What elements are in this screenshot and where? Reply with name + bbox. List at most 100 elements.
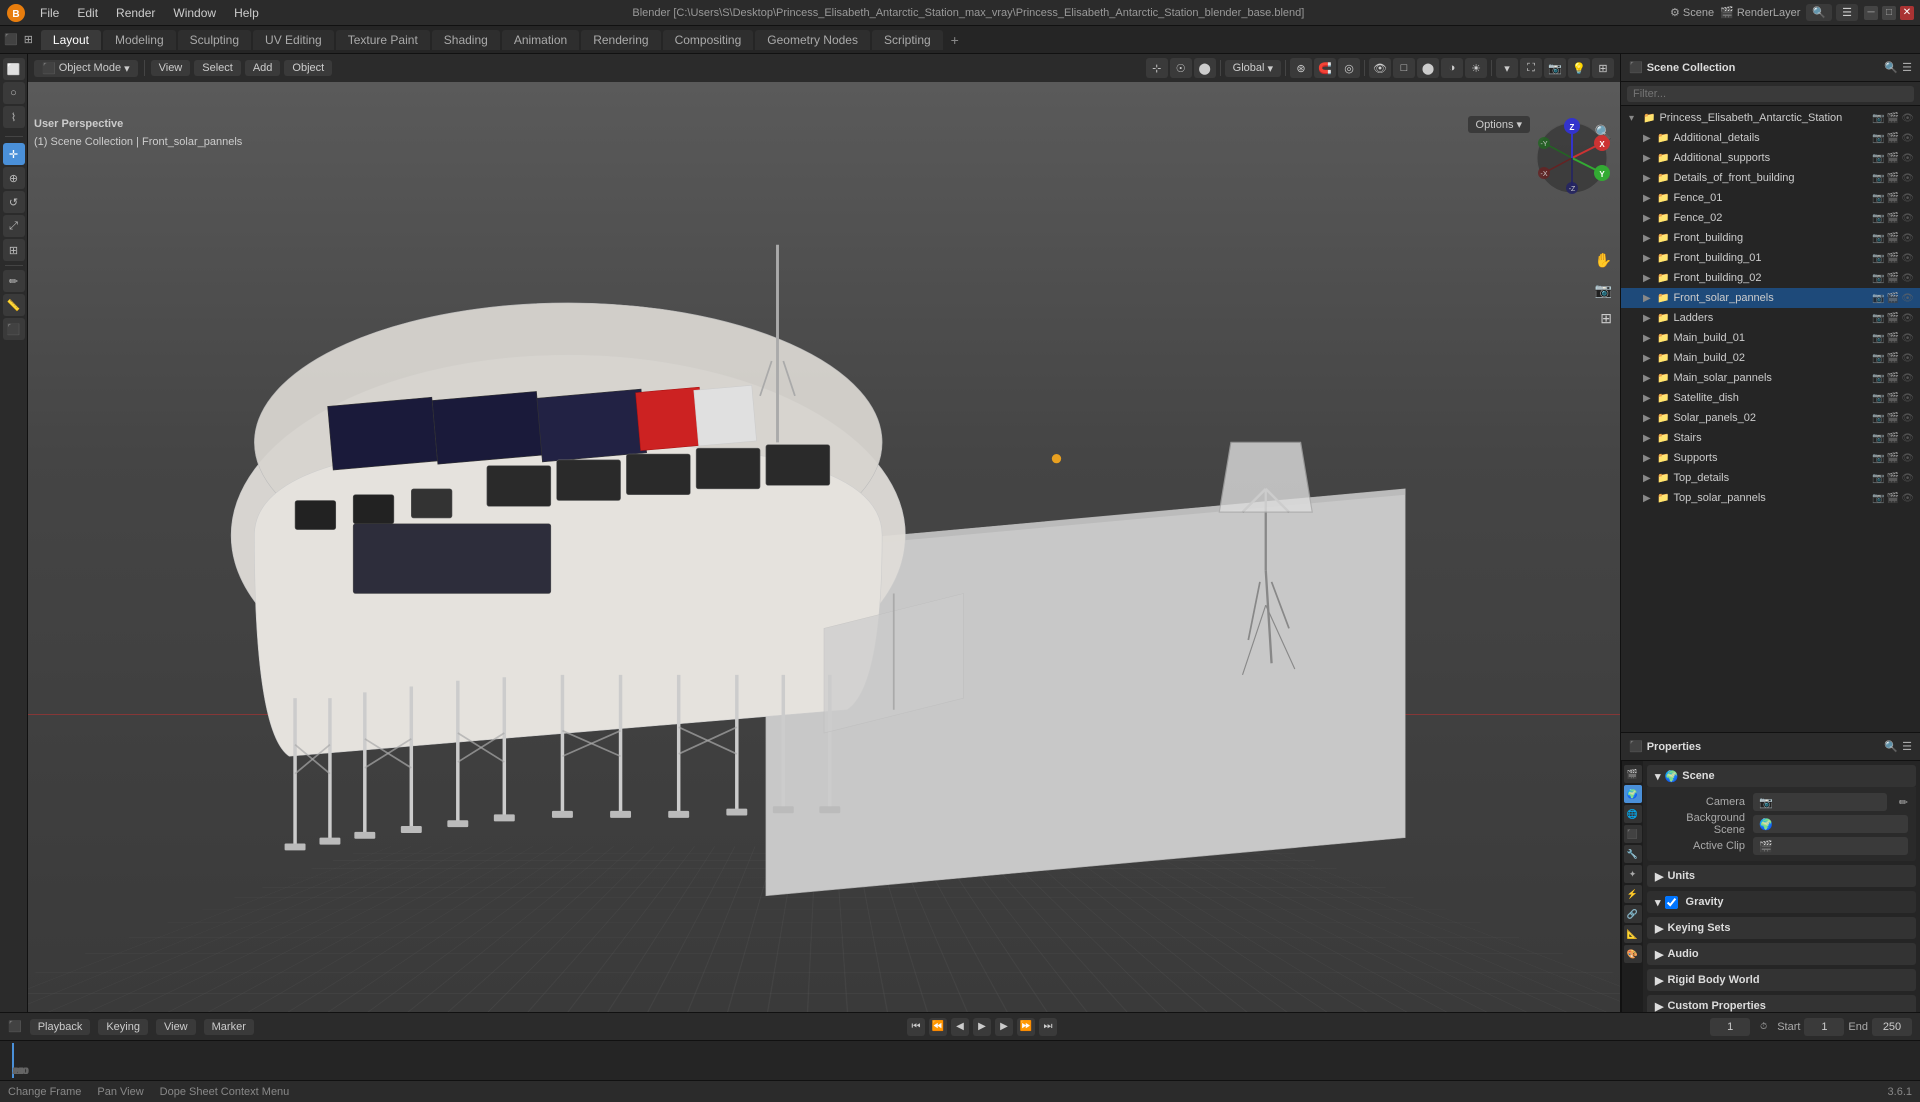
item-icon-camera[interactable]: 📷	[1872, 113, 1884, 124]
tree-item-main-solar-pannels[interactable]: ▶ 📁 Main_solar_pannels 📷 🎬 👁	[1621, 368, 1920, 388]
play-btn[interactable]: ▶	[973, 1018, 991, 1036]
gravity-checkbox[interactable]	[1665, 896, 1678, 909]
item-icon-camera[interactable]: 📷	[1872, 373, 1884, 384]
tree-item-front-solar-pannels[interactable]: ▶ 📁 Front_solar_pannels 📷 🎬 👁	[1621, 288, 1920, 308]
item-icon-visible[interactable]: 👁	[1901, 393, 1914, 404]
view-menu[interactable]: View	[151, 60, 191, 76]
viewport-search-btn[interactable]: 🔍	[1595, 124, 1612, 141]
outliner-editor-icon[interactable]: ⬛	[1629, 61, 1643, 74]
jump-start-btn[interactable]: ⏮	[907, 1018, 925, 1036]
current-frame-display[interactable]: 1	[1710, 1018, 1750, 1036]
tab-rendering[interactable]: Rendering	[581, 30, 660, 50]
properties-filter-icon[interactable]: ☰	[1902, 740, 1912, 753]
menu-window[interactable]: Window	[165, 4, 224, 22]
camera-value[interactable]: 📷	[1753, 793, 1887, 811]
viewport-icon-3[interactable]: ⬤	[1194, 58, 1216, 78]
proportional-btn[interactable]: ◎	[1338, 58, 1360, 78]
filter-btn[interactable]: ☰	[1836, 4, 1858, 21]
render-layer-selector[interactable]: 🎬 RenderLayer	[1720, 6, 1800, 19]
tab-texture-paint[interactable]: Texture Paint	[336, 30, 430, 50]
select-menu[interactable]: Select	[194, 60, 241, 76]
item-icon-camera[interactable]: 📷	[1872, 313, 1884, 324]
tree-item-stairs[interactable]: ▶ 📁 Stairs 📷 🎬 👁	[1621, 428, 1920, 448]
item-icon-camera[interactable]: 📷	[1872, 233, 1884, 244]
menu-render[interactable]: Render	[108, 4, 163, 22]
item-icon-visible[interactable]: 👁	[1901, 273, 1914, 284]
playback-menu[interactable]: Playback	[30, 1019, 91, 1035]
fullscreen-btn[interactable]: ⛶	[1520, 58, 1542, 78]
editor-type-icon[interactable]: ⬛	[4, 33, 18, 46]
item-icon-render[interactable]: 🎬	[1887, 393, 1899, 404]
menu-file[interactable]: File	[32, 4, 67, 22]
outliner-search-icon[interactable]: 🔍	[1884, 61, 1898, 74]
toolbar-scale[interactable]: ⤢	[3, 215, 25, 237]
item-icon-visible[interactable]: 👁	[1901, 433, 1914, 444]
tree-item-details-of-front-building[interactable]: ▶ 📁 Details_of_front_building 📷 🎬 👁	[1621, 168, 1920, 188]
viewport-icon-1[interactable]: ⊹	[1146, 58, 1168, 78]
tree-item-solar-panels-02[interactable]: ▶ 📁 Solar_panels_02 📷 🎬 👁	[1621, 408, 1920, 428]
end-frame-input[interactable]: 250	[1872, 1018, 1912, 1036]
item-icon-render[interactable]: 🎬	[1887, 333, 1899, 344]
tab-animation[interactable]: Animation	[502, 30, 579, 50]
custom-properties-header[interactable]: ▶ Custom Properties	[1647, 995, 1916, 1012]
marker-menu[interactable]: Marker	[204, 1019, 254, 1035]
item-icon-visible[interactable]: 👁	[1901, 233, 1914, 244]
item-icon-visible[interactable]: 👁	[1901, 293, 1914, 304]
item-icon-camera[interactable]: 📷	[1872, 413, 1884, 424]
maximize-button[interactable]: □	[1882, 6, 1896, 20]
add-workspace-button[interactable]: +	[945, 30, 965, 50]
prev-frame-btn[interactable]: ◀	[951, 1018, 969, 1036]
viewport-grid-side-btn[interactable]: ⊞	[1600, 310, 1612, 327]
item-icon-render[interactable]: 🎬	[1887, 413, 1899, 424]
item-icon-render[interactable]: 🎬	[1887, 473, 1899, 484]
item-icon-visible[interactable]: 👁	[1901, 153, 1914, 164]
item-icon-render[interactable]: 🎬	[1887, 273, 1899, 284]
properties-editor-icon[interactable]: ⬛	[1629, 740, 1643, 753]
tab-modeling[interactable]: Modeling	[103, 30, 176, 50]
tree-item-princess-elisabeth-antarctic-station[interactable]: ▾ 📁 Princess_Elisabeth_Antarctic_Station…	[1621, 108, 1920, 128]
item-icon-visible[interactable]: 👁	[1901, 473, 1914, 484]
grid-btn[interactable]: ⊞	[1592, 58, 1614, 78]
timeline-editor-icon[interactable]: ⬛	[8, 1020, 22, 1033]
toolbar-add-cube[interactable]: ⬛	[3, 318, 25, 340]
tab-uv-editing[interactable]: UV Editing	[253, 30, 334, 50]
toolbar-transform[interactable]: ⊞	[3, 239, 25, 261]
item-icon-render[interactable]: 🎬	[1887, 313, 1899, 324]
viewport-shading-material[interactable]: ◑	[1441, 58, 1463, 78]
item-icon-render[interactable]: 🎬	[1887, 213, 1899, 224]
tree-item-ladders[interactable]: ▶ 📁 Ladders 📷 🎬 👁	[1621, 308, 1920, 328]
tree-item-front-building[interactable]: ▶ 📁 Front_building 📷 🎬 👁	[1621, 228, 1920, 248]
item-icon-camera[interactable]: 📷	[1872, 293, 1884, 304]
toolbar-annotate[interactable]: ✏	[3, 270, 25, 292]
camera-edit-btn[interactable]: ✏	[1899, 796, 1908, 809]
scene-section-header[interactable]: ▾ 🌍 Scene	[1647, 765, 1916, 787]
tab-sculpting[interactable]: Sculpting	[178, 30, 251, 50]
item-icon-render[interactable]: 🎬	[1887, 193, 1899, 204]
item-icon-visible[interactable]: 👁	[1901, 173, 1914, 184]
toolbar-select-box[interactable]: ⬜	[3, 58, 25, 80]
item-icon-render[interactable]: 🎬	[1887, 173, 1899, 184]
item-icon-render[interactable]: 🎬	[1887, 493, 1899, 504]
item-icon-render[interactable]: 🎬	[1887, 113, 1899, 124]
item-icon-render[interactable]: 🎬	[1887, 353, 1899, 364]
menu-edit[interactable]: Edit	[69, 4, 106, 22]
units-section-header[interactable]: ▶ Units	[1647, 865, 1916, 887]
item-icon-render[interactable]: 🎬	[1887, 433, 1899, 444]
item-icon-camera[interactable]: 📷	[1872, 273, 1884, 284]
item-icon-visible[interactable]: 👁	[1901, 413, 1914, 424]
item-icon-visible[interactable]: 👁	[1901, 353, 1914, 364]
item-icon-visible[interactable]: 👁	[1901, 253, 1914, 264]
viewport-icon-2[interactable]: ☉	[1170, 58, 1192, 78]
item-icon-camera[interactable]: 📷	[1872, 393, 1884, 404]
global-transform-dropdown[interactable]: Global ▾	[1225, 60, 1281, 77]
view-menu-tl[interactable]: View	[156, 1019, 196, 1035]
prop-tab-modifier[interactable]: 🔧	[1624, 845, 1642, 863]
prop-tab-material[interactable]: 🎨	[1624, 945, 1642, 963]
tree-item-supports[interactable]: ▶ 📁 Supports 📷 🎬 👁	[1621, 448, 1920, 468]
background-scene-value[interactable]: 🌍	[1753, 815, 1908, 833]
snap-btn[interactable]: 🧲	[1314, 58, 1336, 78]
item-icon-visible[interactable]: 👁	[1901, 213, 1914, 224]
pivot-point-btn[interactable]: ⊛	[1290, 58, 1312, 78]
item-icon-camera[interactable]: 📷	[1872, 473, 1884, 484]
item-icon-render[interactable]: 🎬	[1887, 233, 1899, 244]
